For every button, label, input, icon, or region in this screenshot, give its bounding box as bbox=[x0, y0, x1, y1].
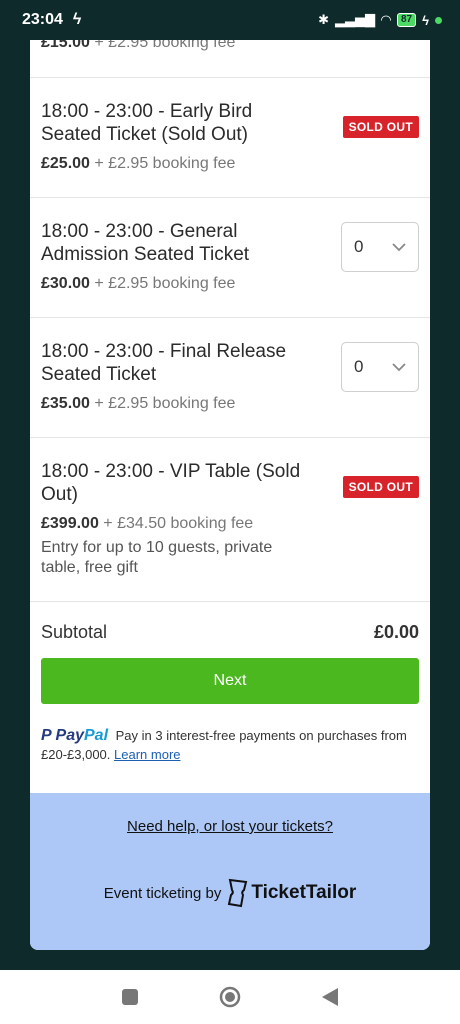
ticket-price-line: £399.00 + £34.50 booking fee bbox=[41, 515, 253, 533]
subtotal-row: Subtotal £0.00 bbox=[41, 622, 419, 643]
bluetooth-icon: ✱ bbox=[318, 12, 329, 27]
next-button[interactable]: Next bbox=[41, 658, 419, 704]
signal-icon: ▂▃▅▇ bbox=[334, 12, 375, 27]
ticket-icon bbox=[228, 878, 248, 908]
quantity-select[interactable]: 0 bbox=[341, 222, 419, 272]
battery-icon: 87 bbox=[396, 13, 417, 27]
back-triangle-icon[interactable] bbox=[321, 987, 339, 1007]
ticket-price: £30.00 bbox=[41, 275, 90, 292]
sold-out-badge: SOLD OUT bbox=[342, 116, 419, 138]
sold-out-badge: SOLD OUT bbox=[342, 476, 419, 498]
ticket-fee: + £2.95 booking fee bbox=[94, 155, 236, 172]
wifi-icon: ◠ bbox=[380, 12, 391, 27]
subtotal-label: Subtotal bbox=[41, 622, 108, 642]
charging-bolt-icon: ϟ bbox=[72, 11, 82, 28]
ticket-title: 18:00 - 23:00 - General Admission Seated… bbox=[41, 221, 250, 265]
ticket-price-line: £15.00 + £2.95 booking fee bbox=[41, 40, 235, 52]
footer: Need help, or lost your tickets? Event t… bbox=[30, 793, 430, 950]
ticket-price: £15.00 bbox=[41, 40, 90, 51]
system-nav-bar bbox=[0, 970, 460, 1024]
ticket-price-line: £25.00 + £2.95 booking fee bbox=[41, 155, 235, 173]
ticket-title: 18:00 - 23:00 - Final Release Seated Tic… bbox=[41, 341, 287, 385]
learn-more-link[interactable]: Learn more bbox=[114, 747, 180, 762]
quantity-select[interactable]: 0 bbox=[341, 342, 419, 392]
charging-icon: ϟ bbox=[422, 12, 429, 28]
tickettailor-brand: TicketTailor bbox=[251, 882, 357, 903]
ticket-card: £15.00 + £2.95 booking fee 18:00 - 23:00… bbox=[30, 40, 430, 950]
clock: 23:04 bbox=[22, 11, 63, 28]
help-link[interactable]: Need help, or lost your tickets? bbox=[30, 818, 430, 835]
ticket-row-early-bird: 18:00 - 23:00 - Early Bird Seated Ticket… bbox=[30, 78, 430, 198]
ticket-price: £25.00 bbox=[41, 155, 90, 172]
ticket-description: Entry for up to 10 guests, private table… bbox=[41, 539, 273, 576]
subtotal-value: £0.00 bbox=[373, 622, 419, 642]
ticket-row-partial: £15.00 + £2.95 booking fee bbox=[30, 40, 430, 78]
quantity-value: 0 bbox=[354, 357, 364, 376]
ticket-fee: + £2.95 booking fee bbox=[94, 395, 236, 412]
recents-square-icon[interactable] bbox=[121, 988, 139, 1006]
ticket-fee: + £2.95 booking fee bbox=[94, 40, 236, 51]
ticket-fee: + £2.95 booking fee bbox=[94, 275, 236, 292]
chevron-down-icon bbox=[392, 242, 406, 251]
ticket-row-general-admission: 18:00 - 23:00 - General Admission Seated… bbox=[30, 198, 430, 318]
ticketing-by-label: Event ticketing by bbox=[103, 884, 222, 902]
ticket-title: 18:00 - 23:00 - Early Bird Seated Ticket… bbox=[41, 101, 253, 145]
paypal-logo-pal: Pal bbox=[84, 727, 109, 744]
ticket-price: £35.00 bbox=[41, 395, 90, 412]
ticket-price: £399.00 bbox=[41, 515, 99, 532]
ticket-row-final-release: 18:00 - 23:00 - Final Release Seated Tic… bbox=[30, 318, 430, 438]
ticketing-credit: Event ticketing by TicketTailor bbox=[30, 878, 430, 908]
quantity-value: 0 bbox=[354, 237, 364, 256]
chevron-down-icon bbox=[392, 362, 406, 371]
ticket-fee: + £34.50 booking fee bbox=[103, 515, 254, 532]
ticket-title: 18:00 - 23:00 - VIP Table (Sold Out) bbox=[41, 461, 301, 505]
ticket-price-line: £35.00 + £2.95 booking fee bbox=[41, 395, 235, 413]
ticket-price-line: £30.00 + £2.95 booking fee bbox=[41, 275, 235, 293]
paypal-logo: P PayPal bbox=[41, 727, 108, 744]
privacy-indicator-icon bbox=[435, 16, 442, 24]
home-circle-icon[interactable] bbox=[219, 986, 241, 1008]
paypal-icon: P bbox=[41, 727, 52, 744]
paypal-logo-pay: Pay bbox=[55, 727, 84, 744]
status-bar: 23:04 ϟ ✱ ▂▃▅▇ ◠ 87 ϟ bbox=[0, 0, 460, 40]
paypal-message: P PayPal Pay in 3 interest-free payments… bbox=[41, 726, 411, 764]
ticket-row-vip-table: 18:00 - 23:00 - VIP Table (Sold Out) SOL… bbox=[30, 438, 430, 602]
tickettailor-logo[interactable]: TicketTailor bbox=[227, 878, 356, 908]
